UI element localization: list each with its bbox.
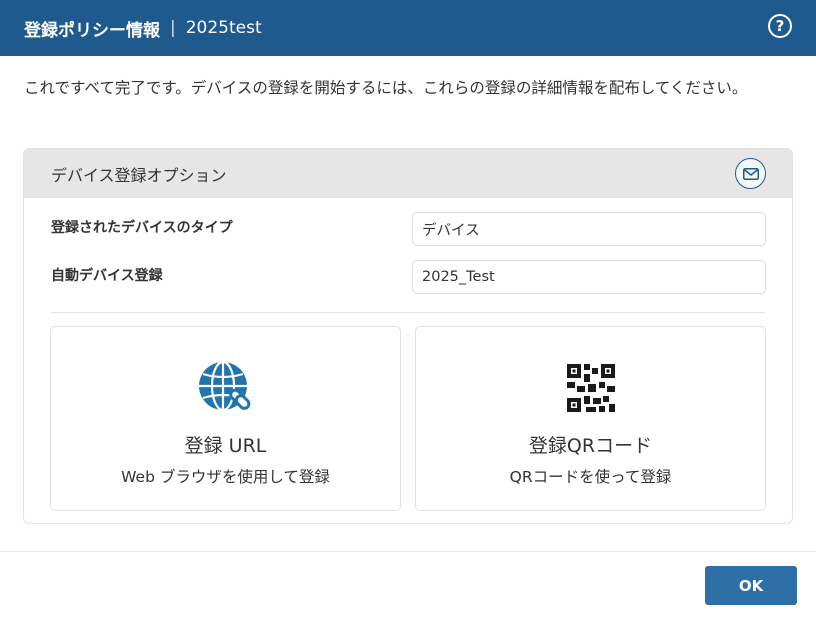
device-type-row: 登録されたデバイスのタイプ [51, 217, 233, 237]
divider [51, 312, 765, 313]
policy-name: 2025test [185, 18, 262, 38]
qr-code-icon [562, 360, 620, 418]
enrollment-qr-card[interactable]: 登録QRコード QRコードを使って登録 [415, 326, 766, 511]
intro-text: これですべて完了です。デバイスの登録を開始するには、これらの登録の詳細情報を配布… [24, 79, 748, 97]
enrollment-options-panel: デバイス登録オプション 登録されたデバイスのタイプ デバイス 自動デバイス登録 … [23, 148, 793, 524]
footer-divider [0, 551, 816, 552]
device-type-label: 登録されたデバイスのタイプ [51, 220, 233, 236]
auto-enroll-label: 自動デバイス登録 [51, 268, 163, 284]
enrollment-qr-subtitle: QRコードを使って登録 [509, 468, 672, 486]
device-type-field: デバイス [412, 212, 766, 246]
enrollment-qr-title: 登録QRコード [528, 435, 653, 457]
panel-title: デバイス登録オプション [51, 165, 227, 185]
title-separator: | [170, 18, 176, 38]
globe-link-icon [197, 360, 255, 418]
enrollment-url-subtitle: Web ブラウザを使用して登録 [121, 468, 330, 486]
enrollment-url-card[interactable]: 登録 URL Web ブラウザを使用して登録 [50, 326, 401, 511]
ok-button[interactable]: OK [705, 566, 797, 605]
dialog-title: 登録ポリシー情報 [24, 20, 160, 41]
help-icon[interactable]: ? [768, 14, 792, 38]
panel-header: デバイス登録オプション [24, 149, 792, 198]
mail-icon[interactable] [735, 158, 766, 189]
enrollment-url-title: 登録 URL [184, 435, 267, 457]
dialog-header: 登録ポリシー情報 | 2025test ? [0, 0, 816, 56]
auto-enroll-row: 自動デバイス登録 [51, 265, 163, 285]
auto-enroll-field: 2025_Test [412, 260, 766, 294]
